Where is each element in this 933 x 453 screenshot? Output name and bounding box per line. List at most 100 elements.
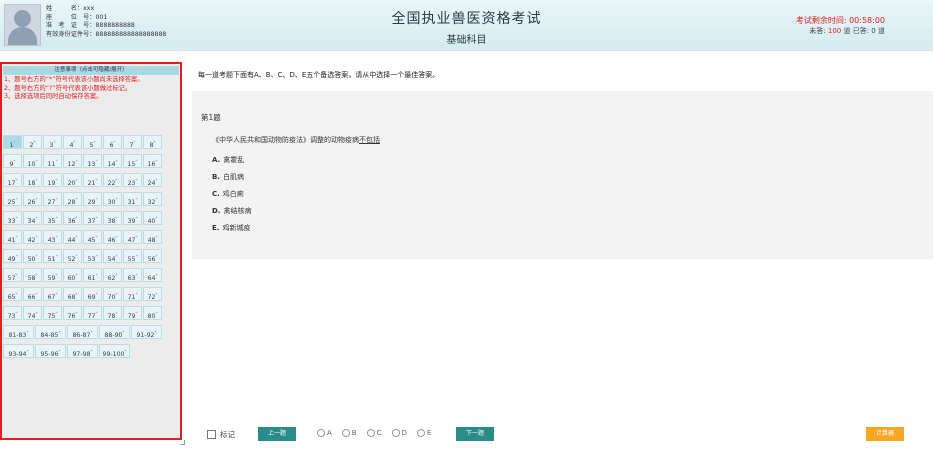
question-nav-button[interactable]: 60* xyxy=(63,268,82,282)
question-nav-button[interactable]: 15* xyxy=(123,154,142,168)
question-nav-button[interactable]: 71* xyxy=(123,287,142,301)
option-b[interactable]: B. 白肌病 xyxy=(212,172,244,182)
question-nav-button[interactable]: 72* xyxy=(143,287,162,301)
question-nav-button[interactable]: 17* xyxy=(3,173,22,187)
question-nav-button[interactable]: 42* xyxy=(23,230,42,244)
option-d[interactable]: D. 禽结核病 xyxy=(212,206,251,216)
radio-b[interactable]: B xyxy=(341,429,357,437)
question-nav-button[interactable]: 56* xyxy=(143,249,162,263)
radio-e[interactable]: E xyxy=(416,429,431,437)
question-nav-button[interactable]: 9* xyxy=(3,154,22,168)
resize-handle-icon[interactable] xyxy=(180,440,185,445)
question-nav-button[interactable]: 66* xyxy=(23,287,42,301)
question-nav-button[interactable]: 44* xyxy=(63,230,82,244)
question-nav-button[interactable]: 32* xyxy=(143,192,162,206)
question-nav-button[interactable]: 34* xyxy=(23,211,42,225)
question-group-button[interactable]: 84-85* xyxy=(35,325,66,339)
question-nav-button[interactable]: 28* xyxy=(63,192,82,206)
question-nav-button[interactable]: 80* xyxy=(143,306,162,320)
question-nav-button[interactable]: 26* xyxy=(23,192,42,206)
question-group-button[interactable]: 86-87* xyxy=(67,325,98,339)
question-nav-button[interactable]: 10* xyxy=(23,154,42,168)
question-nav-button[interactable]: 47* xyxy=(123,230,142,244)
question-nav-button[interactable]: 8* xyxy=(143,135,162,149)
question-nav-button[interactable]: 75* xyxy=(43,306,62,320)
question-nav-button[interactable]: 36* xyxy=(63,211,82,225)
question-nav-button[interactable]: 57* xyxy=(3,268,22,282)
option-c[interactable]: C. 鸡白痢 xyxy=(212,189,244,199)
question-group-button[interactable]: 99-100* xyxy=(99,344,130,358)
question-nav-button[interactable]: 50* xyxy=(23,249,42,263)
question-nav-button[interactable]: 58* xyxy=(23,268,42,282)
question-nav-button[interactable]: 27* xyxy=(43,192,62,206)
question-nav-button[interactable]: 30* xyxy=(103,192,122,206)
question-nav-button[interactable]: 59* xyxy=(43,268,62,282)
question-nav-button[interactable]: 7* xyxy=(123,135,142,149)
question-nav-button[interactable]: 29* xyxy=(83,192,102,206)
question-nav-button[interactable]: 78* xyxy=(103,306,122,320)
question-nav-button[interactable]: 53* xyxy=(83,249,102,263)
question-nav-button[interactable]: 20* xyxy=(63,173,82,187)
question-nav-button[interactable]: 25* xyxy=(3,192,22,206)
question-nav-button[interactable]: 46* xyxy=(103,230,122,244)
question-nav-button[interactable]: 22* xyxy=(103,173,122,187)
question-nav-button[interactable]: 45* xyxy=(83,230,102,244)
question-nav-button[interactable]: 39* xyxy=(123,211,142,225)
question-nav-button[interactable]: 33* xyxy=(3,211,22,225)
question-nav-button[interactable]: 21* xyxy=(83,173,102,187)
question-nav-button[interactable]: 65* xyxy=(3,287,22,301)
question-nav-button[interactable]: 23* xyxy=(123,173,142,187)
question-nav-button[interactable]: 64* xyxy=(143,268,162,282)
question-nav-button[interactable]: 69* xyxy=(83,287,102,301)
question-group-button[interactable]: 88-90* xyxy=(99,325,130,339)
question-group-button[interactable]: 97-98* xyxy=(67,344,98,358)
option-a[interactable]: A. 禽霍乱 xyxy=(212,155,244,165)
question-nav-button[interactable]: 16* xyxy=(143,154,162,168)
prev-button[interactable]: 上一题 xyxy=(258,427,296,441)
question-nav-button[interactable]: 63* xyxy=(123,268,142,282)
option-e[interactable]: E. 鸡新城疫 xyxy=(212,223,250,233)
radio-c[interactable]: C xyxy=(366,429,382,437)
question-nav-button[interactable]: 24* xyxy=(143,173,162,187)
question-nav-button[interactable]: 11* xyxy=(43,154,62,168)
question-nav-button[interactable]: 37* xyxy=(83,211,102,225)
question-nav-button[interactable]: 18* xyxy=(23,173,42,187)
question-nav-button[interactable]: 38* xyxy=(103,211,122,225)
question-nav-button[interactable]: 13* xyxy=(83,154,102,168)
question-nav-button[interactable]: 51* xyxy=(43,249,62,263)
question-nav-button[interactable]: 49* xyxy=(3,249,22,263)
question-nav-button[interactable]: 54* xyxy=(103,249,122,263)
question-nav-button[interactable]: 6* xyxy=(103,135,122,149)
question-nav-button[interactable]: 73* xyxy=(3,306,22,320)
question-group-button[interactable]: 95-96* xyxy=(35,344,66,358)
question-group-button[interactable]: 91-92* xyxy=(131,325,162,339)
notice-toggle[interactable]: 注意事项（点击可隐藏/展开） xyxy=(3,66,179,75)
question-nav-button[interactable]: 5* xyxy=(83,135,102,149)
calculator-button[interactable]: 计算器 xyxy=(866,427,904,441)
question-nav-button[interactable]: 55* xyxy=(123,249,142,263)
question-nav-button[interactable]: 14* xyxy=(103,154,122,168)
question-nav-button[interactable]: 40* xyxy=(143,211,162,225)
question-nav-button[interactable]: 62* xyxy=(103,268,122,282)
question-nav-button[interactable]: 52* xyxy=(63,249,82,263)
question-nav-button[interactable]: 79* xyxy=(123,306,142,320)
question-nav-button[interactable]: 48* xyxy=(143,230,162,244)
question-nav-button[interactable]: 4* xyxy=(63,135,82,149)
question-nav-button[interactable]: 41* xyxy=(3,230,22,244)
question-group-button[interactable]: 93-94* xyxy=(3,344,34,358)
question-nav-button[interactable]: 31* xyxy=(123,192,142,206)
question-nav-button[interactable]: 61* xyxy=(83,268,102,282)
question-nav-button[interactable]: 77* xyxy=(83,306,102,320)
question-nav-button[interactable]: 3* xyxy=(43,135,62,149)
question-nav-button[interactable]: 35* xyxy=(43,211,62,225)
question-nav-button[interactable]: 12* xyxy=(63,154,82,168)
question-nav-button[interactable]: 76* xyxy=(63,306,82,320)
question-group-button[interactable]: 81-83* xyxy=(3,325,34,339)
question-nav-button[interactable]: 1* xyxy=(3,135,22,149)
question-nav-button[interactable]: 2* xyxy=(23,135,42,149)
question-nav-button[interactable]: 70* xyxy=(103,287,122,301)
question-nav-button[interactable]: 67* xyxy=(43,287,62,301)
question-nav-button[interactable]: 74* xyxy=(23,306,42,320)
question-nav-button[interactable]: 19* xyxy=(43,173,62,187)
radio-d[interactable]: D xyxy=(391,429,407,437)
